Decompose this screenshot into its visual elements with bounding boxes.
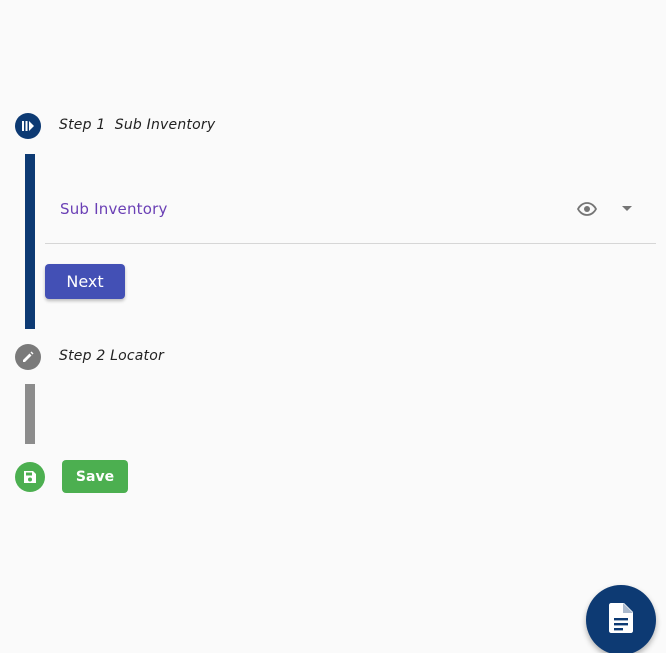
document-fab-button[interactable] bbox=[586, 585, 656, 653]
document-icon bbox=[609, 603, 633, 637]
edit-icon bbox=[15, 344, 41, 370]
page: Step 1 Sub Inventory Sub Inventory Next … bbox=[0, 0, 666, 653]
sub-inventory-select[interactable]: Sub Inventory bbox=[45, 190, 656, 244]
step-1-title: Step 1 Sub Inventory bbox=[59, 117, 216, 133]
sub-inventory-label: Sub Inventory bbox=[60, 200, 168, 218]
eye-icon[interactable] bbox=[576, 199, 598, 219]
step-1-connector bbox=[25, 154, 35, 329]
step-2-title: Step 2 Locator bbox=[59, 348, 164, 364]
save-button[interactable]: Save bbox=[62, 460, 128, 493]
step-2-connector bbox=[25, 384, 35, 444]
stepper-active-icon bbox=[15, 113, 41, 139]
next-button[interactable]: Next bbox=[45, 264, 125, 299]
dropdown-caret-icon[interactable] bbox=[620, 204, 634, 214]
save-icon bbox=[15, 462, 45, 492]
